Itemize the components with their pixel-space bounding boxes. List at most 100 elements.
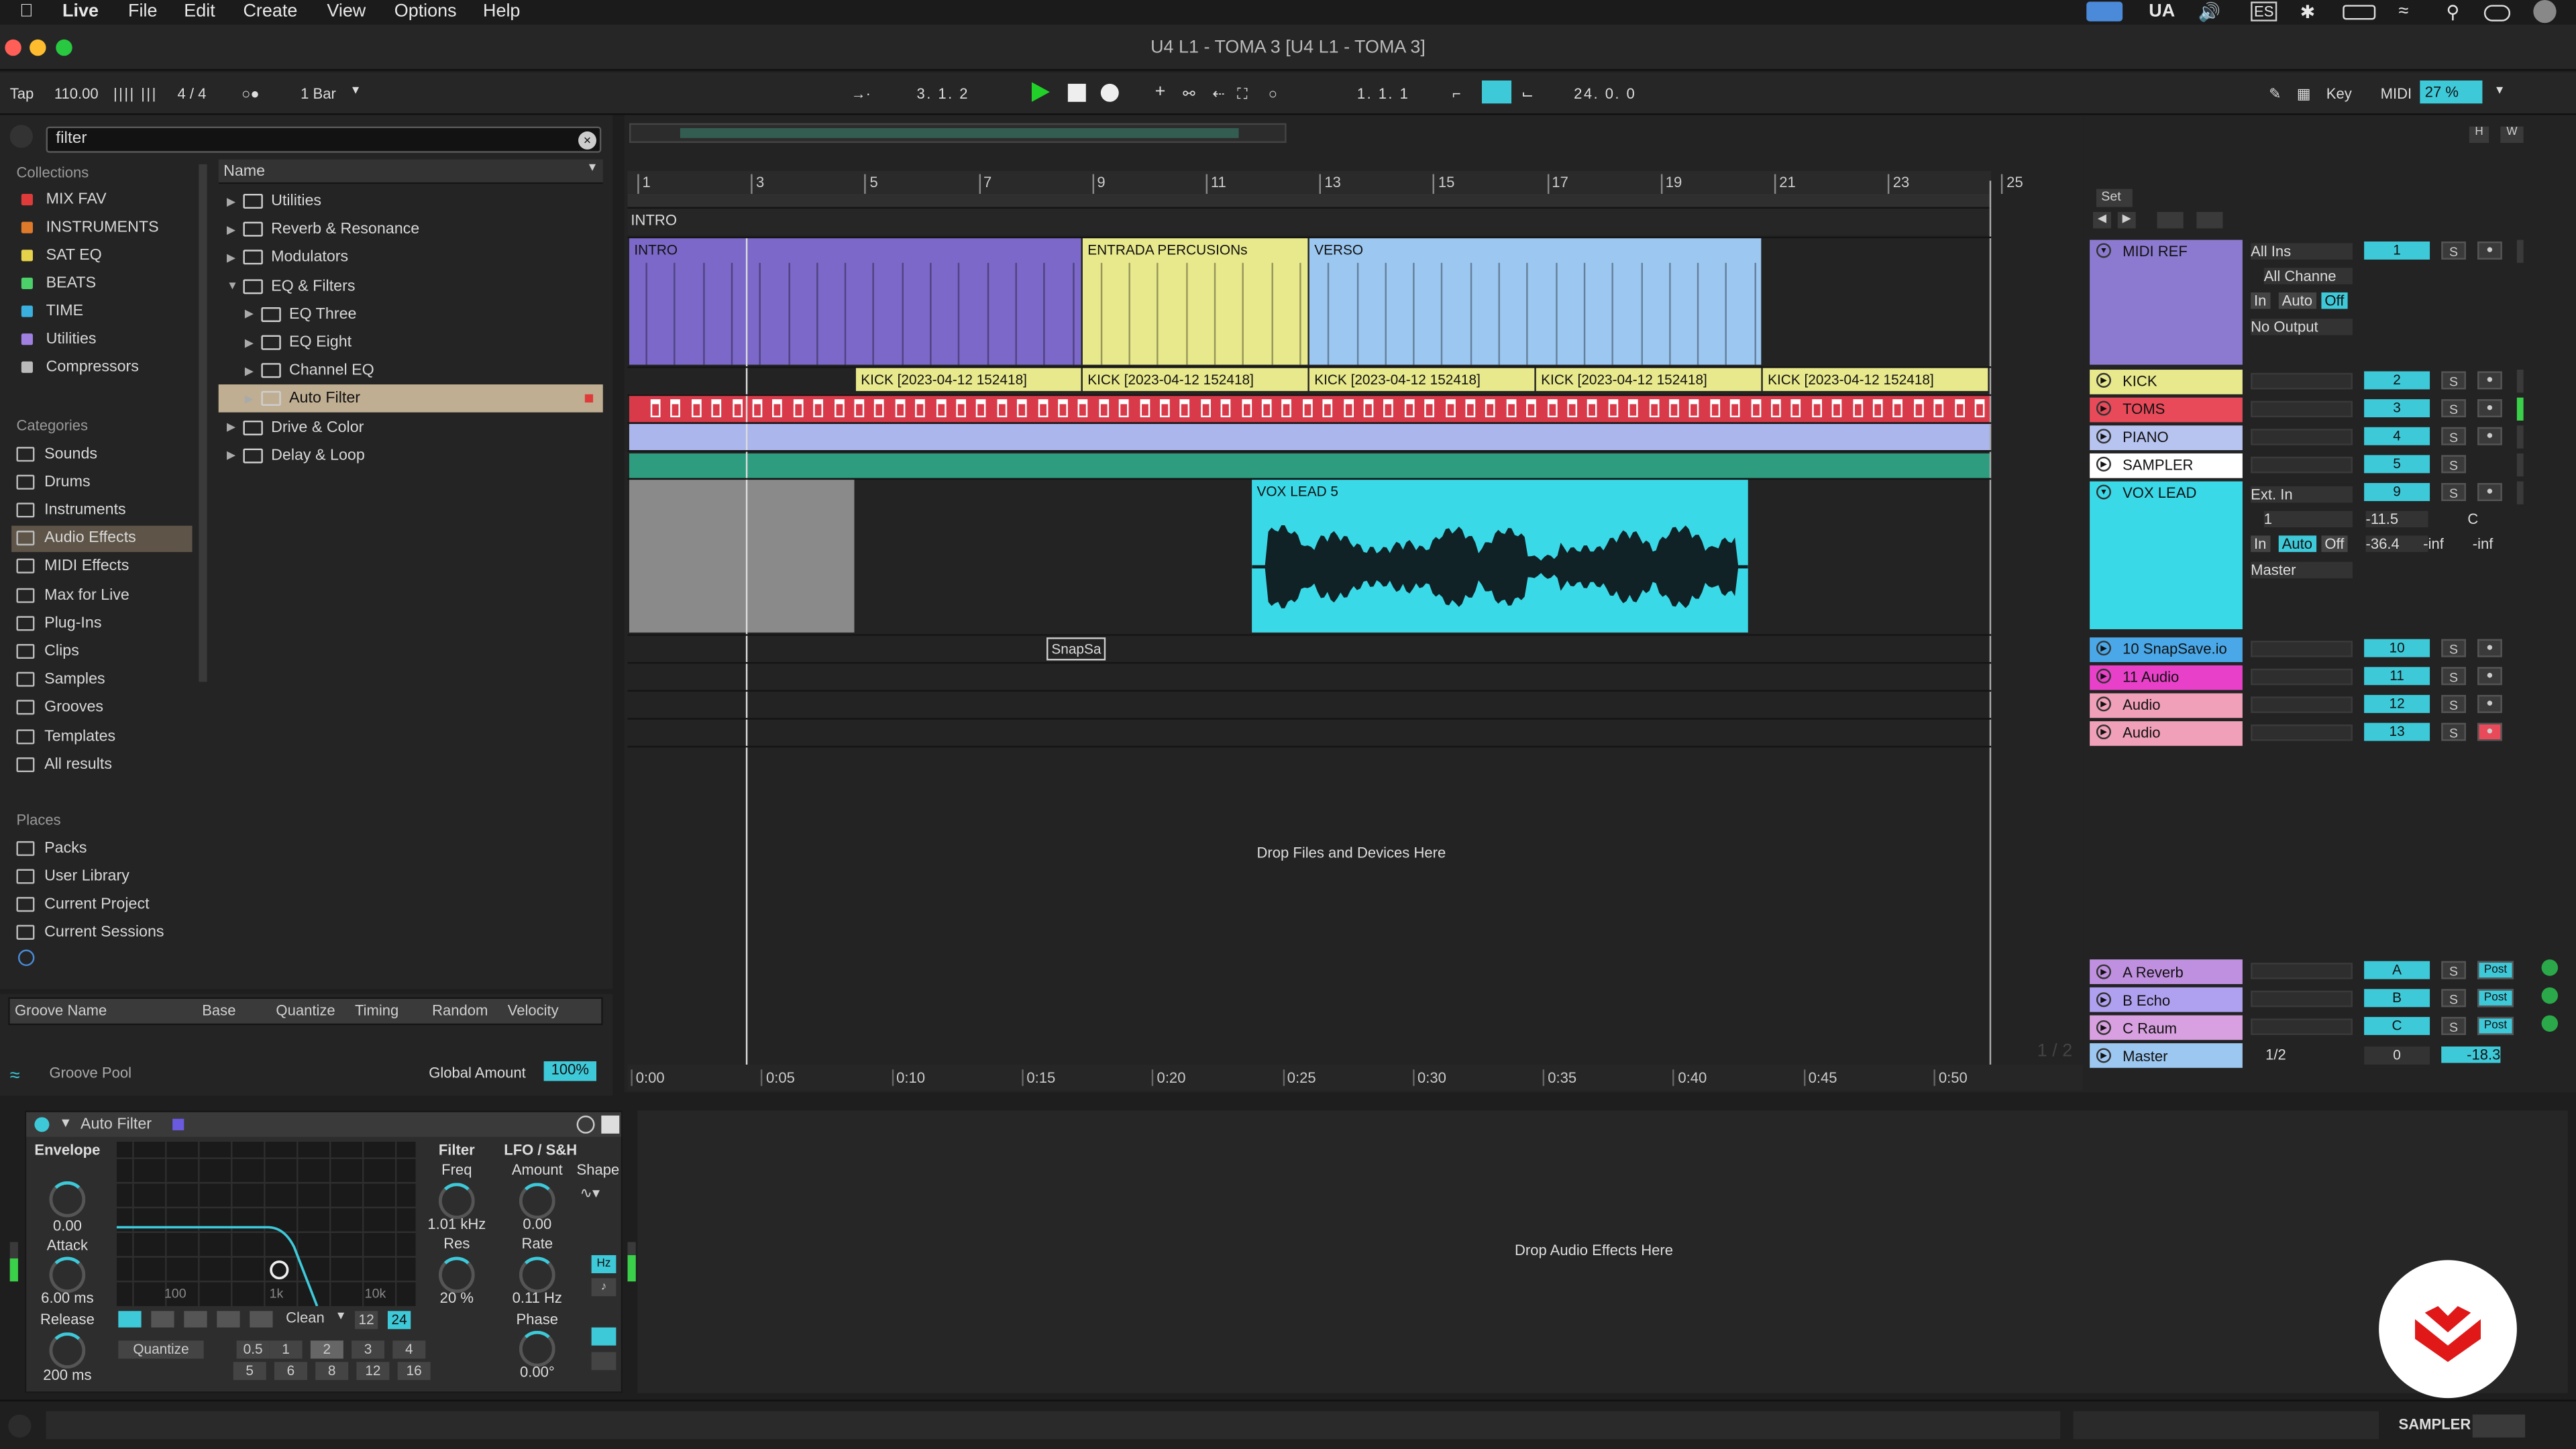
tom-note[interactable] — [671, 399, 681, 418]
follow-icon[interactable]: →· — [851, 85, 871, 101]
release-knob[interactable] — [49, 1332, 86, 1369]
track-header-audio[interactable]: ▶ Audio — [2090, 721, 2243, 746]
groove-timing-col[interactable]: Timing — [355, 1002, 398, 1018]
track-fold-icon[interactable]: ▶ — [2096, 400, 2111, 416]
master-track-header[interactable]: ▶ Master — [2090, 1043, 2243, 1068]
tom-note[interactable] — [813, 399, 824, 418]
category-instruments[interactable]: Instruments — [11, 497, 192, 523]
tom-note[interactable] — [1628, 399, 1639, 418]
filter-graph[interactable] — [116, 1142, 416, 1306]
bluetooth-icon[interactable]: ✱ — [2300, 1, 2316, 23]
overdub-icon[interactable]: + — [1155, 82, 1166, 101]
return-activator[interactable]: A — [2364, 961, 2430, 979]
freq-value[interactable]: 1.01 kHz — [421, 1216, 493, 1232]
time-signature[interactable]: 4 / 4 — [177, 85, 206, 101]
groove-base-col[interactable]: Base — [202, 1002, 235, 1018]
return-io-slot[interactable] — [2251, 963, 2353, 979]
vox-volume[interactable]: -11.5 — [2365, 511, 2428, 528]
solo-button[interactable]: S — [2441, 455, 2466, 474]
stop-button[interactable] — [1067, 83, 1086, 102]
tom-note[interactable] — [895, 399, 905, 418]
expand-arrow-icon[interactable]: ▶ — [245, 364, 261, 377]
return-track-c[interactable]: ▶ C Raum — [2090, 1015, 2243, 1040]
tom-note[interactable] — [1750, 399, 1761, 418]
loop-brace[interactable] — [627, 193, 1992, 209]
amount-value[interactable]: 0.00 — [499, 1216, 575, 1232]
overview-bar[interactable] — [629, 123, 1287, 144]
track-io-slot[interactable] — [2251, 668, 2353, 686]
play-button[interactable] — [1031, 82, 1050, 102]
tom-note[interactable] — [1200, 399, 1211, 418]
solo-button[interactable]: S — [2441, 961, 2466, 979]
track-io-slot[interactable] — [2251, 456, 2353, 474]
return-io-slot[interactable] — [2251, 990, 2353, 1008]
tree-item-eq-three[interactable]: ▶ EQ Three — [219, 301, 603, 329]
punch-in-icon[interactable]: ⌐ — [1452, 85, 1461, 101]
back-to-arrangement-icon[interactable]: ⇠ — [1212, 85, 1224, 103]
phase-value[interactable]: 0.00° — [499, 1364, 575, 1380]
vox-input[interactable]: Ext. In — [2251, 486, 2353, 503]
envelope-knob[interactable] — [49, 1181, 86, 1218]
menu-file[interactable]: File — [128, 1, 157, 21]
menu-app[interactable]: Live — [62, 1, 99, 21]
clip-vox-lead[interactable]: VOX LEAD 5 — [1252, 480, 1748, 633]
tom-note[interactable] — [1363, 399, 1374, 418]
tom-note[interactable] — [1567, 399, 1578, 418]
post-toggle[interactable]: Post — [2477, 1016, 2514, 1035]
track-activator[interactable]: 13 — [2364, 722, 2430, 741]
sidebar-scrollbar[interactable] — [199, 164, 207, 682]
tom-note[interactable] — [1608, 399, 1618, 418]
control-center-icon[interactable] — [2483, 5, 2511, 21]
tree-item-modulators[interactable]: ▶ Modulators — [219, 244, 603, 272]
input-source[interactable]: ES — [2251, 1, 2277, 21]
collection-utilities[interactable]: Utilities — [11, 325, 192, 352]
tom-note[interactable] — [732, 399, 742, 418]
h-toggle[interactable]: H — [2469, 126, 2489, 144]
solo-button[interactable]: S — [2441, 483, 2466, 501]
tom-note[interactable] — [1526, 399, 1537, 418]
arm-button[interactable]: ● — [2477, 483, 2502, 501]
device-fold-icon[interactable]: ▼ — [59, 1116, 72, 1130]
vox-pan[interactable]: C — [2467, 511, 2478, 527]
expand-arrow-icon[interactable]: ▶ — [227, 421, 243, 434]
category-clips[interactable]: Clips — [11, 638, 192, 664]
tempo-field[interactable]: 110.00 — [54, 85, 99, 101]
quantize-value[interactable]: 8 — [315, 1362, 349, 1381]
metronome-icon[interactable]: ○● — [241, 85, 260, 101]
arm-button[interactable]: ● — [2477, 639, 2502, 657]
quantize-value[interactable]: 5 — [233, 1362, 266, 1381]
menu-help[interactable]: Help — [483, 1, 520, 21]
tree-item-reverb-resonance[interactable]: ▶ Reverb & Resonance — [219, 215, 603, 244]
category-sounds[interactable]: Sounds — [11, 440, 192, 466]
punch-out-icon[interactable]: ⌙ — [1521, 85, 1534, 103]
clip-kick[interactable]: KICK [2023-04-12 152418] — [1762, 368, 1988, 391]
tom-note[interactable] — [1404, 399, 1415, 418]
release-value[interactable]: 200 ms — [32, 1367, 104, 1383]
tom-note[interactable] — [1546, 399, 1557, 418]
res-value[interactable]: 20 % — [421, 1289, 493, 1305]
tom-note[interactable] — [1485, 399, 1496, 418]
tom-note[interactable] — [1302, 399, 1313, 418]
tom-note[interactable] — [1771, 399, 1781, 418]
midi-map-button[interactable]: MIDI — [2381, 85, 2412, 101]
loop-switch[interactable] — [1481, 80, 1512, 104]
tree-item-auto-filter[interactable]: ▶ Auto Filter — [218, 385, 603, 413]
groove-name-col[interactable]: Groove Name — [15, 1002, 107, 1018]
tree-item-drive-color[interactable]: ▶ Drive & Color — [219, 413, 603, 441]
place-packs[interactable]: Packs — [11, 835, 192, 861]
tom-note[interactable] — [1872, 399, 1883, 418]
lfo-link-icon[interactable] — [591, 1327, 616, 1346]
attack-value[interactable]: 6.00 ms — [32, 1289, 104, 1305]
quantize-value[interactable]: 3 — [352, 1340, 385, 1359]
tom-note[interactable] — [1913, 399, 1924, 418]
master-routing[interactable]: 1/2 — [2265, 1046, 2286, 1063]
tom-note[interactable] — [874, 399, 885, 418]
tom-note[interactable] — [1648, 399, 1659, 418]
track-header-vox-lead[interactable]: ▼ VOX LEAD — [2090, 481, 2243, 629]
filter-lowpass-icon[interactable] — [118, 1311, 142, 1328]
solo-button[interactable]: S — [2441, 639, 2466, 657]
expand-arrow-icon[interactable]: ▶ — [245, 308, 261, 321]
track-io-slot[interactable] — [2251, 400, 2353, 418]
clip-verso[interactable]: VERSO — [1309, 238, 1762, 365]
clip-intro[interactable]: INTRO — [629, 238, 1081, 365]
